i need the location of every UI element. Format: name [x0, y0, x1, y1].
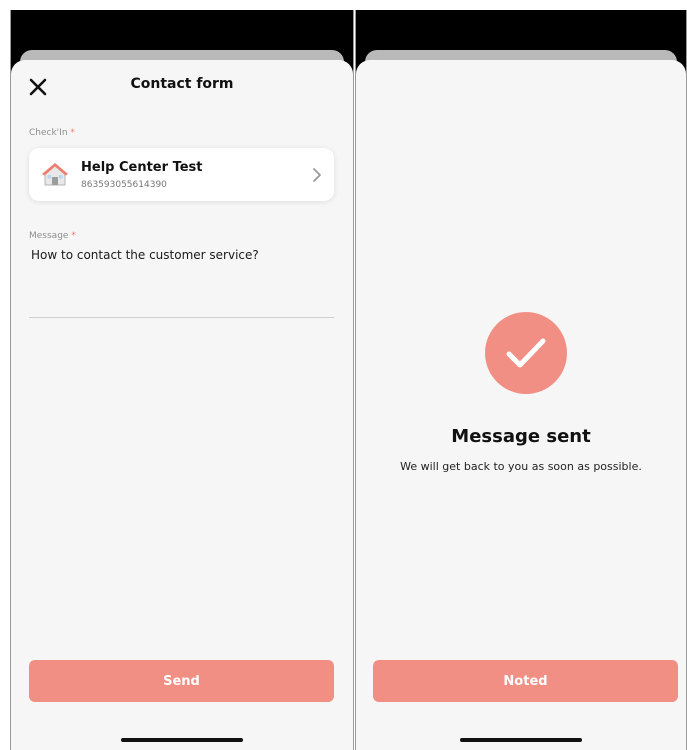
checkin-selector[interactable]: Help Center Test 863593055614390	[29, 148, 334, 201]
checkmark-icon	[506, 338, 546, 368]
home-indicator	[121, 738, 243, 742]
message-label: Message *	[29, 231, 76, 241]
chevron-right-icon	[313, 168, 321, 182]
checkin-title: Help Center Test	[81, 160, 203, 175]
checkin-id: 863593055614390	[81, 180, 167, 190]
confirmation-screen: Message sent We will get back to you as …	[355, 10, 687, 750]
confirmation-subtitle: We will get back to you as soon as possi…	[400, 460, 642, 473]
page-title: Contact form	[130, 76, 234, 92]
checkin-label-text: Check'In	[29, 128, 68, 138]
success-badge	[485, 312, 567, 394]
send-button[interactable]: Send	[29, 660, 334, 702]
message-label-text: Message	[29, 231, 69, 241]
stage: Contact form Check'In * Help Center Test…	[0, 0, 687, 750]
close-button[interactable]	[27, 76, 49, 98]
message-input[interactable]: How to contact the customer service?	[29, 246, 334, 318]
required-mark: *	[70, 128, 75, 138]
close-icon	[29, 78, 47, 96]
house-icon	[42, 163, 68, 186]
confirmation-title: Message sent	[451, 426, 591, 447]
noted-button[interactable]: Noted	[373, 660, 678, 702]
home-indicator	[460, 738, 582, 742]
required-mark: *	[71, 231, 76, 241]
confirmation-sheet: Message sent We will get back to you as …	[356, 60, 686, 750]
checkin-label: Check'In *	[29, 128, 75, 138]
contact-form-screen: Contact form Check'In * Help Center Test…	[10, 10, 354, 750]
contact-form-sheet: Contact form Check'In * Help Center Test…	[11, 60, 353, 750]
